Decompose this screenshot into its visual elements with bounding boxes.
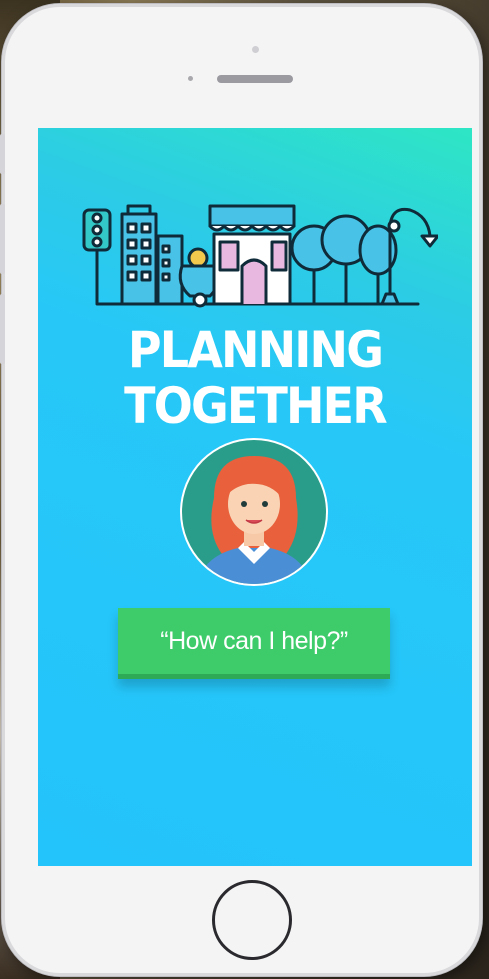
- title-line-together: TOGETHER: [124, 377, 388, 435]
- home-button[interactable]: [212, 880, 292, 960]
- city-skyline-illustration: [82, 204, 438, 308]
- front-camera: [252, 46, 259, 53]
- title-line-planning: PLANNING: [127, 321, 384, 379]
- volume-up-button: [0, 204, 5, 274]
- proximity-sensor: [188, 76, 193, 81]
- volume-down-button: [0, 294, 5, 364]
- app-screen: PLANNING TOGETHER “How can I help?”: [38, 128, 472, 866]
- phone-frame: PLANNING TOGETHER “How can I help?”: [0, 4, 482, 976]
- mute-switch: [0, 134, 5, 174]
- woman-avatar-icon: [180, 438, 328, 586]
- how-can-i-help-button[interactable]: “How can I help?”: [118, 608, 390, 679]
- earpiece-speaker: [217, 75, 293, 83]
